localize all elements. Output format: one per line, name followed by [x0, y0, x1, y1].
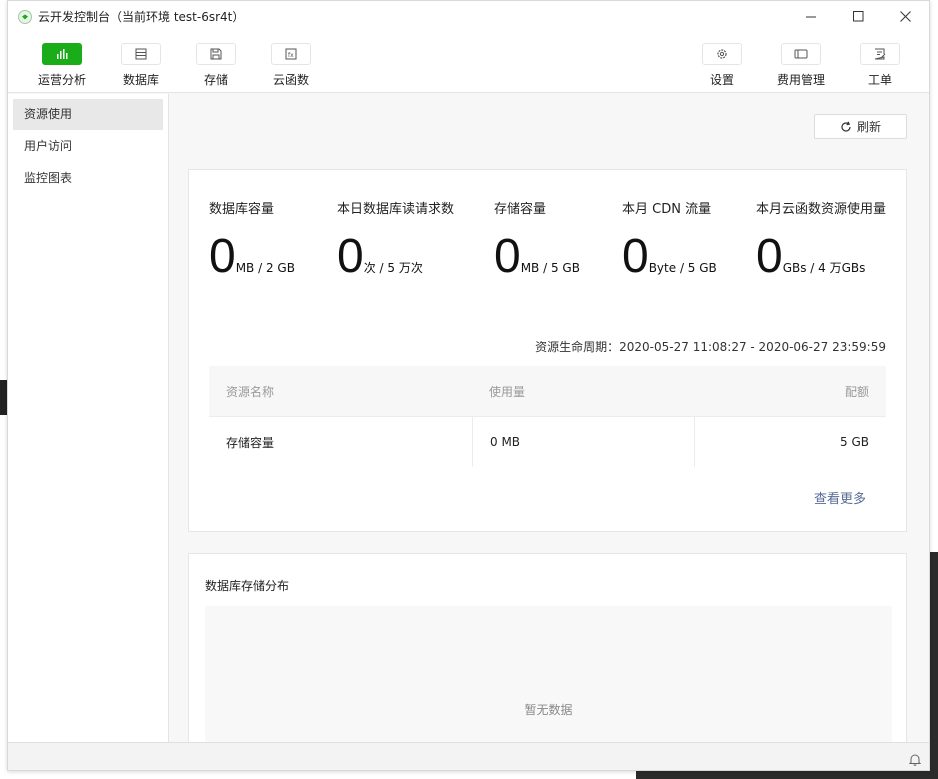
close-icon	[899, 10, 911, 22]
background-window-fragment-left	[0, 380, 7, 415]
stat-value: 0	[209, 230, 236, 283]
tool-operations-analysis-button[interactable]	[42, 43, 82, 65]
chart-area: 暂无数据	[205, 606, 892, 756]
stat-function-usage: 本月云函数资源使用量 0GBs / 4 万GBs	[756, 198, 886, 281]
tool-cloud-functions-button[interactable]: fx	[271, 43, 311, 65]
tool-cloud-functions[interactable]: fx 云函数	[256, 43, 326, 88]
minimize-icon	[805, 16, 816, 17]
stat-unit: GBs / 4 万GBs	[782, 261, 866, 275]
card-title: 数据库存储分布	[205, 579, 290, 593]
minimize-button[interactable]	[788, 1, 834, 31]
stat-unit: MB / 5 GB	[520, 261, 580, 275]
tool-label: 数据库	[122, 73, 159, 87]
title-bar: 云开发控制台（当前环境 test-6sr4t）	[8, 1, 929, 31]
stat-title: 本日数据库读请求数	[337, 202, 455, 217]
table-header: 资源名称 使用量 配额	[209, 366, 886, 416]
stat-db-reads: 本日数据库读请求数 0次 / 5 万次	[337, 198, 454, 281]
refresh-button[interactable]: 刷新	[814, 114, 907, 139]
sidebar-item-monitor-charts[interactable]: 监控图表	[13, 163, 163, 194]
tool-settings[interactable]: 设置	[687, 43, 757, 88]
sidebar-item-user-access[interactable]: 用户访问	[13, 131, 163, 162]
sidebar-item-resource-usage[interactable]: 资源使用	[13, 99, 163, 130]
tool-operations-analysis[interactable]: 运营分析	[27, 43, 97, 88]
devtools-cloud-console-window: 云开发控制台（当前环境 test-6sr4t） 运营分析 数据库 存储 fx 云…	[7, 0, 930, 771]
resource-table: 资源名称 使用量 配额 存储容量 0 MB 5 GB	[209, 366, 886, 467]
stat-unit: Byte / 5 GB	[648, 261, 717, 275]
stat-value: 0	[494, 230, 521, 283]
tool-label: 存储	[203, 73, 228, 87]
stat-title: 存储容量	[494, 202, 547, 217]
stat-title: 本月云函数资源使用量	[756, 202, 887, 217]
column-header-quota: 配额	[844, 384, 869, 399]
bell-icon[interactable]	[908, 751, 922, 770]
refresh-icon	[841, 121, 851, 132]
tool-database[interactable]: 数据库	[106, 43, 176, 88]
tool-billing[interactable]: 费用管理	[766, 43, 836, 88]
column-header-name: 资源名称	[226, 384, 275, 399]
sidebar: 资源使用 用户访问 监控图表	[8, 94, 169, 742]
stat-cdn-traffic: 本月 CDN 流量 0Byte / 5 GB	[622, 198, 717, 281]
empty-state-text: 暂无数据	[524, 703, 573, 717]
stat-value: 0	[756, 230, 783, 283]
tool-ticket-button[interactable]	[860, 43, 900, 65]
svg-text:fx: fx	[288, 52, 294, 59]
background-console-fragment	[636, 771, 930, 779]
tool-ticket[interactable]: 工单	[845, 43, 915, 88]
tool-label: 费用管理	[776, 73, 825, 87]
gear-icon	[717, 49, 727, 59]
status-bar	[8, 742, 929, 770]
tool-billing-button[interactable]	[781, 43, 821, 65]
main-toolbar: 运营分析 数据库 存储 fx 云函数 设置 费用管理 工单	[8, 31, 929, 93]
ticket-icon	[874, 48, 886, 60]
stat-storage-capacity: 存储容量 0MB / 5 GB	[494, 198, 580, 281]
resource-usage-card: 数据库容量 0MB / 2 GB 本日数据库读请求数 0次 / 5 万次 存储容…	[188, 169, 907, 532]
resource-lifecycle: 资源生命周期：2020-05-27 11:08:27 - 2020-06-27 …	[535, 340, 886, 354]
column-header-usage: 使用量	[489, 384, 526, 399]
storage-icon	[210, 48, 222, 60]
maximize-button[interactable]	[835, 1, 881, 31]
tool-label: 设置	[709, 73, 734, 87]
stat-value: 0	[622, 230, 649, 283]
stat-title: 数据库容量	[209, 202, 275, 217]
window-title: 云开发控制台（当前环境 test-6sr4t）	[38, 10, 245, 24]
stat-title: 本月 CDN 流量	[622, 202, 712, 217]
tool-label: 工单	[867, 73, 892, 87]
tool-database-button[interactable]	[121, 43, 161, 65]
stat-unit: MB / 2 GB	[235, 261, 295, 275]
background-window-fragment-right	[930, 552, 938, 779]
database-icon	[135, 48, 147, 60]
db-storage-distribution-card: 数据库存储分布 暂无数据	[188, 553, 907, 756]
tool-storage-button[interactable]	[196, 43, 236, 65]
cell-resource-name: 存储容量	[226, 435, 275, 450]
tool-label: 运营分析	[37, 73, 86, 87]
see-more-link[interactable]: 查看更多	[814, 488, 866, 507]
table-row: 存储容量 0 MB 5 GB	[209, 416, 886, 467]
stat-value: 0	[337, 230, 364, 283]
tool-storage[interactable]: 存储	[181, 43, 251, 88]
close-button[interactable]	[882, 1, 928, 31]
chart-icon	[57, 49, 68, 59]
stat-unit: 次 / 5 万次	[363, 261, 423, 275]
maximize-icon	[852, 10, 863, 21]
app-logo-icon	[18, 9, 32, 24]
function-icon: fx	[285, 48, 297, 60]
cell-quota: 5 GB	[840, 435, 869, 449]
tool-settings-button[interactable]	[702, 43, 742, 65]
cell-usage: 0 MB	[472, 417, 695, 467]
tool-label: 云函数	[272, 73, 309, 87]
billing-icon	[794, 49, 808, 59]
refresh-label: 刷新	[856, 120, 881, 134]
stat-db-capacity: 数据库容量 0MB / 2 GB	[209, 198, 295, 281]
